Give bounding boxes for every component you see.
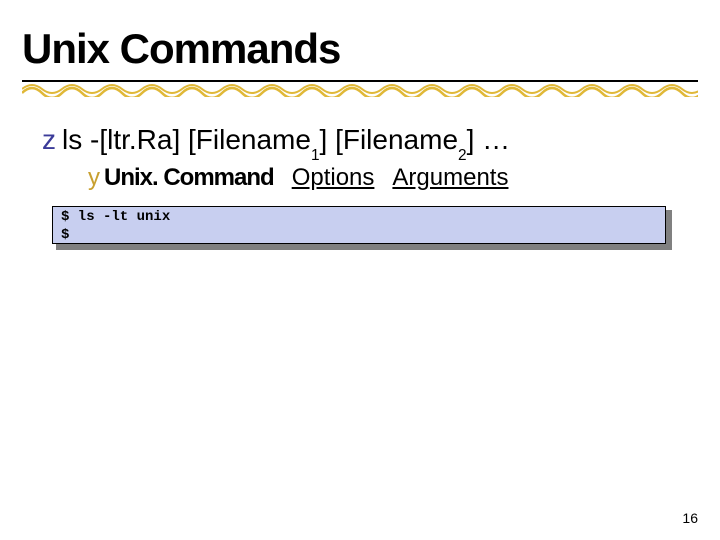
bullet1-text-mid: ] [Filename — [320, 124, 459, 155]
bullet1-text-pre: ls -[ltr.Ra] [Filename — [62, 124, 311, 155]
bullet1-sub2: 2 — [458, 147, 467, 164]
bullet1-text-tail: ] … — [467, 124, 511, 155]
slide: Unix Commands zls -[ltr.Ra] [Filename1] … — [0, 0, 720, 540]
bullet1-sub1: 1 — [311, 147, 320, 164]
page-number: 16 — [682, 510, 698, 526]
bullet1-marker-icon: z — [42, 124, 56, 155]
code-box: $ ls -lt unix $ — [52, 206, 666, 244]
title-underline — [22, 80, 698, 100]
bullet-level1: zls -[ltr.Ra] [Filename1] [Filename2] … — [42, 124, 510, 161]
bullet2-arguments-label: Arguments — [392, 164, 508, 191]
underline-scribble-icon — [22, 83, 698, 97]
bullet2-marker-icon: y — [88, 164, 100, 191]
bullet2-options-label: Options — [292, 164, 375, 191]
slide-title: Unix Commands — [22, 25, 340, 73]
bullet-level2: yUnix. Command Options Arguments — [88, 164, 508, 192]
bullet2-command-label: Unix. Command — [104, 164, 274, 191]
underline-topline — [22, 80, 698, 82]
